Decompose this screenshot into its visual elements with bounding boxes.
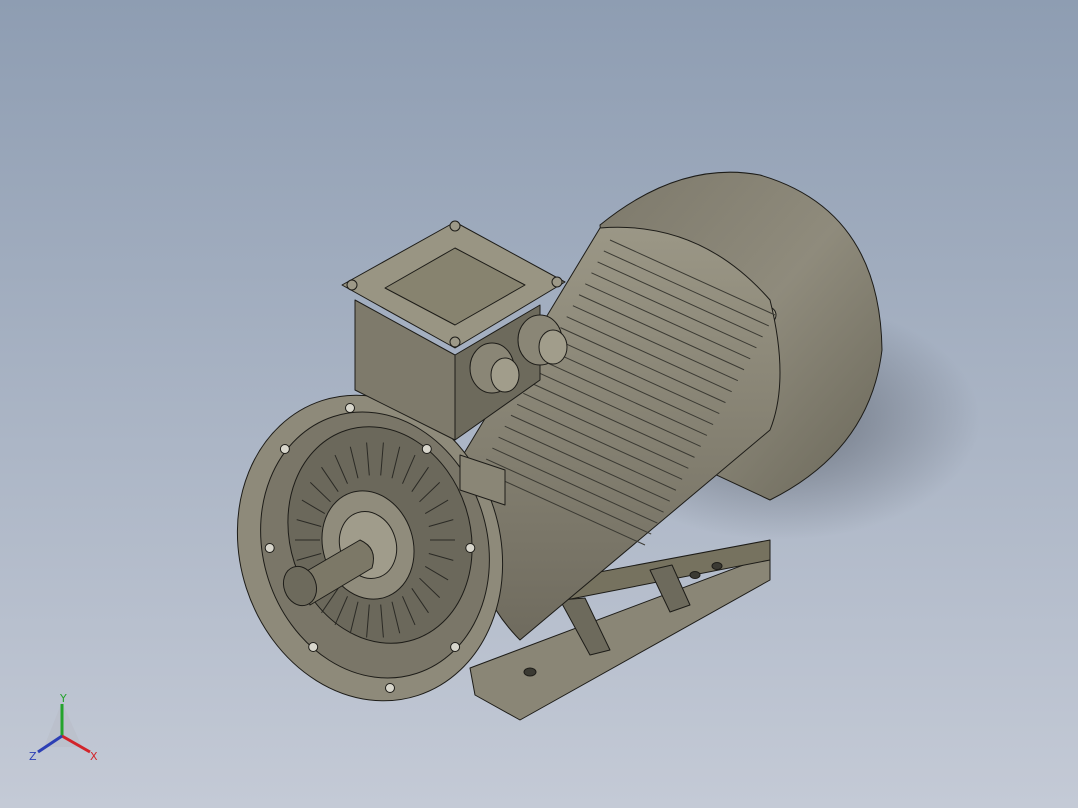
orientation-triad[interactable]: Y X Z [22, 692, 112, 772]
flange-hole [385, 683, 395, 693]
flange-hole [264, 543, 275, 553]
flange-hole [465, 543, 476, 553]
graphics-viewport[interactable]: Y X Z [0, 0, 1078, 808]
y-axis-label: Y [59, 692, 67, 705]
x-axis-label: X [90, 750, 98, 763]
model-view[interactable] [0, 0, 1078, 808]
flange-hole [308, 642, 319, 652]
flange-hole [345, 403, 355, 413]
flange-hole [279, 444, 290, 454]
flange-hole [421, 444, 432, 454]
flange-hole [450, 642, 461, 652]
z-axis-label: Z [29, 750, 37, 763]
